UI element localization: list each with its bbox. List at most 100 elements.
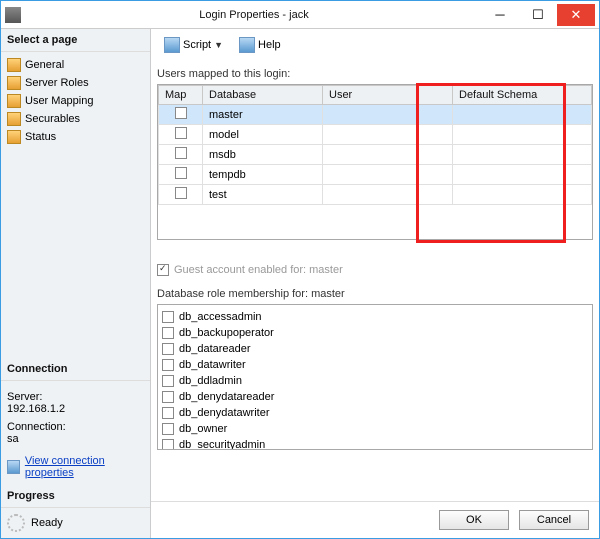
table-row[interactable]: tempdb <box>159 165 592 185</box>
page-label: General <box>25 59 64 71</box>
guest-label: Guest account enabled for: master <box>174 264 343 276</box>
role-item[interactable]: db_denydatareader <box>162 389 588 405</box>
role-item[interactable]: db_datareader <box>162 341 588 357</box>
schema-cell[interactable] <box>453 185 592 205</box>
help-button[interactable]: Help <box>234 35 286 55</box>
col-schema[interactable]: Default Schema <box>453 86 592 105</box>
map-checkbox[interactable] <box>175 167 187 179</box>
role-item[interactable]: db_backupoperator <box>162 325 588 341</box>
close-button[interactable]: ✕ <box>557 4 595 26</box>
role-name: db_backupoperator <box>179 327 274 339</box>
table-row[interactable]: model <box>159 125 592 145</box>
map-checkbox[interactable] <box>175 107 187 119</box>
cancel-button[interactable]: Cancel <box>519 510 589 530</box>
server-value: 192.168.1.2 <box>7 403 144 415</box>
help-label: Help <box>258 39 281 51</box>
sidebar-item-general[interactable]: General <box>3 56 148 74</box>
user-cell[interactable] <box>323 105 453 125</box>
role-name: db_owner <box>179 423 227 435</box>
db-cell[interactable]: master <box>203 105 323 125</box>
page-icon <box>7 94 21 108</box>
role-checkbox[interactable] <box>162 407 174 419</box>
connection-value: sa <box>7 433 144 445</box>
script-button[interactable]: Script ▼ <box>159 35 228 55</box>
page-icon <box>7 112 21 126</box>
mapping-label: Users mapped to this login: <box>157 68 593 80</box>
sidebar-item-securables[interactable]: Securables <box>3 110 148 128</box>
table-row[interactable]: master <box>159 105 592 125</box>
user-cell[interactable] <box>323 145 453 165</box>
sidebar-item-user-mapping[interactable]: User Mapping <box>3 92 148 110</box>
mapping-grid: Map Database User Default Schema masterm… <box>157 84 593 240</box>
script-label: Script <box>183 39 211 51</box>
col-user[interactable]: User <box>323 86 453 105</box>
page-label: User Mapping <box>25 95 93 107</box>
role-item[interactable]: db_accessadmin <box>162 309 588 325</box>
help-icon <box>239 37 255 53</box>
role-checkbox[interactable] <box>162 359 174 371</box>
db-cell[interactable]: model <box>203 125 323 145</box>
page-label: Status <box>25 131 56 143</box>
map-checkbox[interactable] <box>175 147 187 159</box>
page-label: Server Roles <box>25 77 89 89</box>
role-checkbox[interactable] <box>162 439 174 450</box>
db-cell[interactable]: msdb <box>203 145 323 165</box>
table-row[interactable]: test <box>159 185 592 205</box>
map-checkbox[interactable] <box>175 187 187 199</box>
db-cell[interactable]: test <box>203 185 323 205</box>
map-checkbox[interactable] <box>175 127 187 139</box>
minimize-button[interactable]: ─ <box>481 4 519 26</box>
schema-cell[interactable] <box>453 145 592 165</box>
page-list: General Server Roles User Mapping Secura… <box>1 52 150 150</box>
maximize-button[interactable]: ☐ <box>519 4 557 26</box>
role-name: db_securityadmin <box>179 439 265 450</box>
connection-label: Connection: <box>7 421 144 433</box>
select-page-head: Select a page <box>1 29 150 52</box>
server-label: Server: <box>7 391 144 403</box>
role-item[interactable]: db_securityadmin <box>162 437 588 450</box>
schema-cell[interactable] <box>453 105 592 125</box>
role-item[interactable]: db_datawriter <box>162 357 588 373</box>
role-name: db_datareader <box>179 343 251 355</box>
role-item[interactable]: db_ddladmin <box>162 373 588 389</box>
role-checkbox[interactable] <box>162 343 174 355</box>
titlebar: Login Properties - jack ─ ☐ ✕ <box>1 1 599 29</box>
db-cell[interactable]: tempdb <box>203 165 323 185</box>
sidebar-item-status[interactable]: Status <box>3 128 148 146</box>
role-checkbox[interactable] <box>162 311 174 323</box>
sidebar: Select a page General Server Roles User … <box>1 29 151 538</box>
progress-state: Ready <box>31 517 63 529</box>
spinner-icon <box>7 514 25 532</box>
ok-button[interactable]: OK <box>439 510 509 530</box>
role-item[interactable]: db_denydatawriter <box>162 405 588 421</box>
chevron-down-icon: ▼ <box>214 40 223 50</box>
table-row[interactable]: msdb <box>159 145 592 165</box>
connection-head: Connection <box>1 358 150 381</box>
col-database[interactable]: Database <box>203 86 323 105</box>
page-icon <box>7 58 21 72</box>
role-item[interactable]: db_owner <box>162 421 588 437</box>
user-cell[interactable] <box>323 165 453 185</box>
roles-list: db_accessadmin db_backupoperator db_datare… <box>157 304 593 450</box>
script-icon <box>164 37 180 53</box>
app-icon <box>5 7 21 23</box>
role-checkbox[interactable] <box>162 391 174 403</box>
roles-label: Database role membership for: master <box>157 288 593 300</box>
schema-cell[interactable] <box>453 125 592 145</box>
view-connection-link[interactable]: View connection properties <box>25 455 144 479</box>
page-label: Securables <box>25 113 80 125</box>
role-checkbox[interactable] <box>162 423 174 435</box>
user-cell[interactable] <box>323 185 453 205</box>
schema-cell[interactable] <box>453 165 592 185</box>
role-checkbox[interactable] <box>162 327 174 339</box>
user-cell[interactable] <box>323 125 453 145</box>
role-checkbox[interactable] <box>162 375 174 387</box>
sidebar-item-server-roles[interactable]: Server Roles <box>3 74 148 92</box>
window-title: Login Properties - jack <box>27 9 481 21</box>
col-map[interactable]: Map <box>159 86 203 105</box>
progress-head: Progress <box>1 485 150 508</box>
page-icon <box>7 130 21 144</box>
guest-checkbox <box>157 264 169 276</box>
toolbar: Script ▼ Help <box>151 29 599 62</box>
role-name: db_accessadmin <box>179 311 262 323</box>
